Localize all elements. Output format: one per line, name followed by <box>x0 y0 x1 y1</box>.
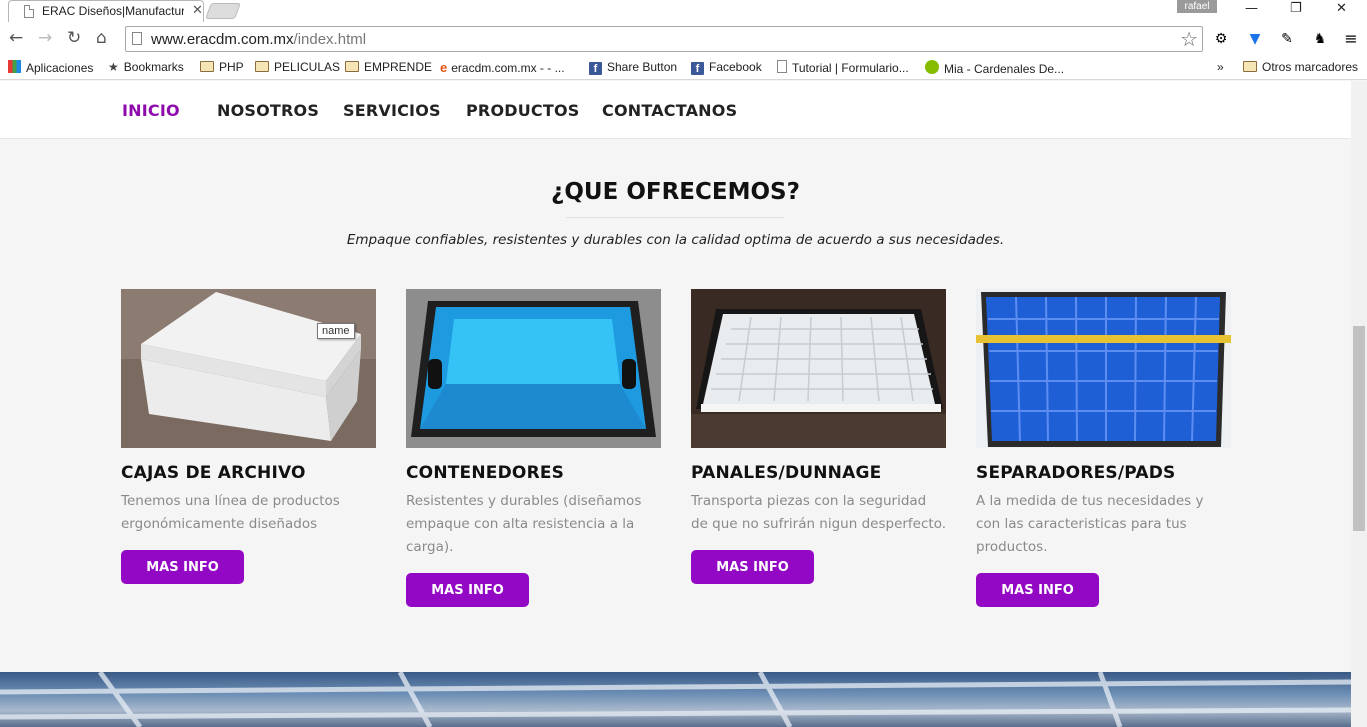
bookmark-tutorial[interactable]: Tutorial | Formulario... <box>777 60 909 75</box>
bookmark-label: Share Button <box>607 60 678 74</box>
card-title: CONTENEDORES <box>406 463 565 483</box>
url-text[interactable]: www.eracdm.com.mx/index.html <box>151 31 366 48</box>
mas-info-button[interactable]: MAS INFO <box>406 573 529 607</box>
user-badge[interactable]: rafael <box>1177 0 1217 13</box>
bookmark-label: Tutorial | Formulario... <box>792 61 909 75</box>
card-title: SEPARADORES/PADS <box>976 463 1176 483</box>
mas-info-button[interactable]: MAS INFO <box>691 550 814 584</box>
eyedropper-icon[interactable]: ✎ <box>1278 30 1296 48</box>
url-path: /index.html <box>293 31 367 48</box>
bookmark-share-button[interactable]: f Share Button <box>589 60 677 75</box>
card-title: PANALES/DUNNAGE <box>691 463 882 483</box>
new-tab-button[interactable] <box>205 3 241 19</box>
nav-nosotros[interactable]: NOSOTROS <box>217 101 319 120</box>
bookmark-label: Mia - Cardenales De... <box>944 62 1065 76</box>
bookmark-label: Bookmarks <box>123 60 184 74</box>
bookmark-mia[interactable]: Mia - Cardenales De... <box>925 60 1064 76</box>
product-image-separadores <box>976 289 1231 448</box>
bookmark-other[interactable]: Otros marcadores <box>1243 60 1358 74</box>
bookmark-label: PELICULAS <box>274 60 341 74</box>
page-icon <box>777 60 787 73</box>
tab-title: ERAC Diseños|Manufactur <box>42 4 184 18</box>
page-viewport: INICIO NOSOTROS SERVICIOS PRODUCTOS CONT… <box>0 81 1351 727</box>
close-window-icon[interactable]: ✕ <box>1336 1 1347 16</box>
address-bar[interactable]: www.eracdm.com.mx/index.html ☆ <box>125 26 1203 52</box>
facebook-icon: f <box>589 62 602 75</box>
menu-icon[interactable]: ≡ <box>1342 30 1360 48</box>
bookmark-label: Aplicaciones <box>26 61 94 75</box>
product-card-panales: PANALES/DUNNAGE Transporta piezas con la… <box>691 289 946 584</box>
bookmark-peliculas[interactable]: PELICULAS <box>255 60 340 74</box>
spotify-icon <box>925 60 939 74</box>
star-icon: ★ <box>108 60 119 74</box>
bookmark-label: EMPRENDE <box>364 60 433 74</box>
folder-icon <box>345 61 359 72</box>
product-image-contenedores <box>406 289 661 448</box>
product-card-separadores: SEPARADORES/PADS A la medida de tus nece… <box>976 289 1231 607</box>
home-icon[interactable]: ⌂ <box>96 28 107 48</box>
nav-servicios[interactable]: SERVICIOS <box>343 101 441 120</box>
section-subtitle: Empaque confiables, resistentes y durabl… <box>346 232 1005 248</box>
product-card-cajas: name CAJAS DE ARCHIVO Tenemos una línea … <box>121 289 376 584</box>
title-divider <box>566 217 784 218</box>
bookmark-apps[interactable]: Aplicaciones <box>8 60 93 75</box>
folder-icon <box>255 61 269 72</box>
close-icon[interactable]: ✕ <box>192 3 203 18</box>
nav-productos[interactable]: PRODUCTOS <box>466 101 580 120</box>
forward-icon[interactable]: → <box>38 28 52 48</box>
back-icon[interactable]: ← <box>9 28 23 48</box>
card-description: Transporta piezas con la seguridad de qu… <box>691 493 947 532</box>
facebook-icon: f <box>691 62 704 75</box>
bookmark-facebook[interactable]: f Facebook <box>691 60 762 75</box>
bookmark-star-icon[interactable]: ☆ <box>1180 27 1198 51</box>
bookmark-label: PHP <box>219 60 244 74</box>
card-description: Resistentes y durables (diseñamos empaqu… <box>406 493 642 555</box>
url-domain: www.eracdm.com.mx <box>151 31 294 48</box>
bookmark-php[interactable]: PHP <box>200 60 244 74</box>
bookmark-bookmarks[interactable]: ★ Bookmarks <box>108 60 184 74</box>
mas-info-button[interactable]: MAS INFO <box>121 550 244 584</box>
card-title: CAJAS DE ARCHIVO <box>121 463 306 483</box>
nav-inicio[interactable]: INICIO <box>122 101 180 120</box>
folder-icon <box>1243 61 1257 72</box>
nav-contactanos[interactable]: CONTACTANOS <box>602 101 737 120</box>
minimize-icon[interactable]: — <box>1245 1 1258 16</box>
site-icon: e <box>440 60 448 75</box>
browser-toolbar: ← → ↻ ⌂ www.eracdm.com.mx/index.html ☆ <box>0 22 1367 56</box>
reload-icon[interactable]: ↻ <box>67 28 81 48</box>
bookmark-label: Otros marcadores <box>1262 60 1359 74</box>
bookmark-label: eracdm.com.mx - - ... <box>451 61 565 75</box>
extension-v-icon[interactable]: ▼ <box>1246 30 1264 48</box>
warehouse-banner-image <box>0 672 1351 727</box>
bookmarks-bar: Aplicaciones ★ Bookmarks PHP PELICULAS EM… <box>0 56 1367 80</box>
bookmark-label: Facebook <box>709 60 762 74</box>
restore-icon[interactable]: ❐ <box>1290 1 1302 16</box>
card-description: A la medida de tus necesidades y con las… <box>976 493 1204 555</box>
bookmark-emprende[interactable]: EMPRENDE <box>345 60 432 74</box>
extension-icon[interactable]: ⚙ <box>1212 30 1230 48</box>
section-title: ¿QUE OFRECEMOS? <box>551 179 800 205</box>
page-icon <box>24 5 34 18</box>
bookmark-eracdm[interactable]: e eracdm.com.mx - - ... <box>440 60 565 75</box>
product-card-contenedores: CONTENEDORES Resistentes y durables (dis… <box>406 289 661 607</box>
page-scrollbar[interactable] <box>1351 81 1367 727</box>
product-image-panales <box>691 289 946 448</box>
bookmarks-overflow-icon[interactable]: » <box>1217 60 1224 74</box>
mas-info-button[interactable]: MAS INFO <box>976 573 1099 607</box>
apps-icon <box>8 60 21 73</box>
scrollbar-thumb[interactable] <box>1353 326 1365 531</box>
site-navbar: INICIO NOSOTROS SERVICIOS PRODUCTOS CONT… <box>0 81 1351 139</box>
page-icon <box>132 32 142 45</box>
card-description: Tenemos una línea de productos ergonómic… <box>121 493 340 532</box>
browser-titlebar: ERAC Diseños|Manufactur ✕ rafael — ❐ ✕ <box>0 0 1367 22</box>
browser-tab[interactable]: ERAC Diseños|Manufactur ✕ <box>8 0 204 22</box>
folder-icon <box>200 61 214 72</box>
extension-ninja-icon[interactable]: ♞ <box>1311 30 1329 48</box>
tooltip: name <box>317 323 355 339</box>
product-image-cajas: name <box>121 289 376 448</box>
